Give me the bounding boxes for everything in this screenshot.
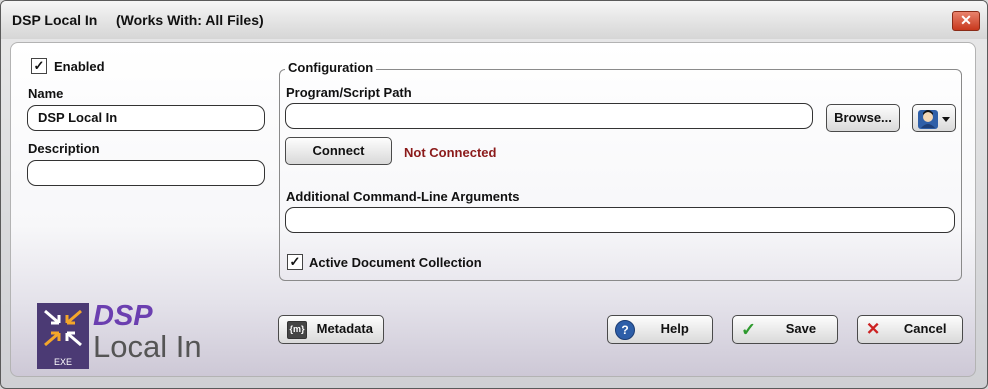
description-input[interactable] [27,160,265,186]
args-input[interactable] [285,207,955,233]
active-document-collection-label: Active Document Collection [309,255,482,270]
configuration-group-title: Configuration [285,60,377,75]
program-path-input[interactable] [285,103,813,129]
logo-badge: EXE [53,357,72,367]
close-icon: ✕ [960,12,972,28]
enabled-checkbox[interactable]: ✓ [31,58,47,74]
window-subtitle: (Works With: All Files) [116,12,264,28]
metadata-button[interactable]: {m} Metadata [278,315,384,344]
chevron-down-icon [942,116,950,122]
cancel-label: Cancel [903,321,947,336]
name-input[interactable]: DSP Local In [27,105,265,131]
user-dropdown-button[interactable] [912,104,956,132]
checkmark-icon: ✓ [741,319,757,340]
configuration-group [279,69,962,281]
save-button[interactable]: ✓ Save [732,315,838,344]
check-icon: ✓ [33,58,45,73]
window-title: DSP Local In [12,12,98,28]
enabled-label: Enabled [54,59,105,74]
connection-status: Not Connected [404,145,497,160]
title-bar[interactable]: DSP Local In (Works With: All Files) ✕ [1,1,987,39]
cancel-x-icon: ✕ [866,319,881,339]
help-button[interactable]: ? Help [607,315,713,344]
logo-subtitle: Local In [93,329,202,364]
help-icon: ? [615,319,635,340]
args-label: Additional Command-Line Arguments [286,189,520,204]
cancel-button[interactable]: ✕ Cancel [857,315,963,344]
close-button[interactable]: ✕ [952,11,980,31]
help-label: Help [660,321,689,336]
person-icon [918,109,950,129]
metadata-icon: {m} [287,320,307,339]
active-document-collection-checkbox[interactable]: ✓ [287,254,303,270]
arrows-logo-icon [44,309,82,347]
metadata-label: Metadata [316,321,373,336]
save-label: Save [785,321,817,336]
browse-button[interactable]: Browse... [826,104,900,132]
check-icon: ✓ [289,254,301,269]
description-label: Description [28,141,100,156]
program-path-label: Program/Script Path [286,85,412,100]
name-label: Name [28,86,64,101]
connect-button[interactable]: Connect [285,137,392,165]
